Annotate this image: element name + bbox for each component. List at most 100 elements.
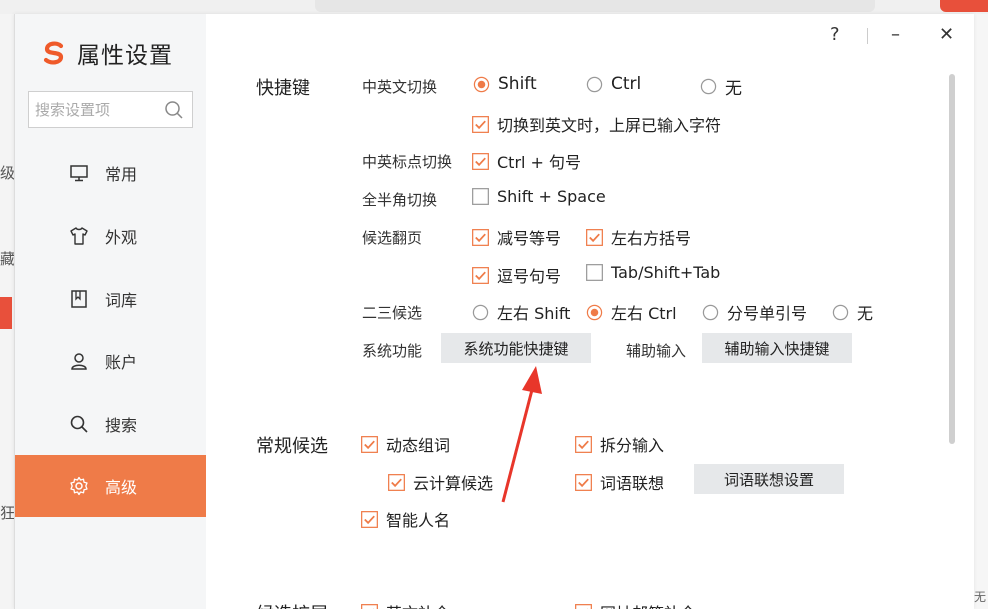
checkbox-label: Shift + Space [497,187,606,206]
checkbox-english-completion[interactable]: 英文补全 [361,600,450,609]
checkbox-checked-icon[interactable] [388,473,405,491]
checkbox-checked-icon[interactable] [575,435,592,453]
monitor-icon [70,165,88,182]
background-text: 狂 [0,504,16,522]
dictionary-icon [71,290,87,308]
radio-shift[interactable]: Shift [473,74,537,94]
checkbox-minus-equal[interactable]: 减号等号 [472,225,561,249]
checkbox-label: 减号等号 [497,229,562,248]
background-tabbar [0,0,988,14]
checkbox-label: 逗号句号 [497,267,562,286]
section-title-shortcuts: 快捷键 [256,78,310,99]
checkbox-label: 英文补全 [386,600,450,609]
checkbox-checked-icon[interactable] [361,603,378,609]
checkbox-cloud-candidates[interactable]: 云计算候选 [388,470,493,494]
system-shortcuts-button[interactable]: 系统功能快捷键 [441,333,591,363]
radio-unselected-icon[interactable] [702,304,719,321]
checkbox-checked-icon[interactable] [575,473,592,491]
sidebar-item-label: 外观 [105,228,138,247]
checkbox-label: 智能人名 [386,511,451,530]
checkbox-label: 左右方括号 [611,229,692,248]
checkbox-label: Ctrl + 句号 [497,153,582,172]
sidebar-item-advanced[interactable]: 高级 [15,455,206,517]
radio-unselected-icon[interactable] [586,76,603,93]
punct-switch-label: 中英标点切换 [362,153,453,171]
radio-label: Ctrl [611,74,642,94]
sidebar-item-appearance[interactable]: 外观 [15,205,206,267]
checkbox-ctrl-period[interactable]: Ctrl + 句号 [472,149,581,173]
content-scrollbar[interactable] [949,74,955,444]
checkbox-checked-icon[interactable] [472,152,489,170]
checkbox-email-completion[interactable]: 网址邮箱补全 [575,600,696,609]
width-switch-label: 全半角切换 [362,191,438,209]
section-title-extension: 候选扩展 [256,600,328,609]
background-red-button [940,0,988,12]
background-red-strip [0,297,12,329]
sogou-logo-icon [43,41,64,65]
gear-icon [70,476,88,496]
user-icon [71,353,87,370]
checkbox-label: Tab/Shift+Tab [611,263,721,282]
radio-left-right-ctrl[interactable]: 左右 Ctrl [586,300,677,324]
radio-selected-icon[interactable] [473,76,490,93]
checkbox-label: 切换到英文时，上屏已输入字符 [497,116,722,135]
checkbox-label: 动态组词 [386,436,451,455]
settings-search-input[interactable] [35,100,160,119]
system-function-label: 系统功能 [362,342,423,360]
checkbox-checked-icon[interactable] [472,228,489,246]
checkbox-checked-icon[interactable] [361,510,378,528]
radio-unselected-icon[interactable] [700,78,717,95]
radio-semicolon-quote[interactable]: 分号单引号 [702,300,807,324]
sidebar-item-general[interactable]: 常用 [15,142,206,204]
sidebar-item-label: 高级 [105,478,138,497]
section-title-candidates: 常规候选 [256,436,328,457]
checkbox-comma-period[interactable]: 逗号句号 [472,263,561,287]
checkbox-unchecked-icon[interactable] [472,188,489,205]
sidebar-item-search[interactable]: 搜索 [15,393,206,455]
checkbox-checked-icon[interactable] [575,603,592,609]
radio-label: Shift [498,74,537,94]
checkbox-label: 云计算候选 [413,474,494,493]
radio-label: 无 [857,304,874,323]
page-turn-label: 候选翻页 [362,229,423,247]
radio-label: 左右 Ctrl [611,304,677,323]
cn-en-switch-label: 中英文切换 [362,78,438,96]
background-right-strip [974,14,988,609]
radio-left-right-shift[interactable]: 左右 Shift [472,300,570,324]
checkbox-shift-space[interactable]: Shift + Space [472,187,606,206]
settings-search[interactable] [28,91,193,128]
word-association-settings-button[interactable]: 词语联想设置 [694,464,844,494]
checkbox-brackets[interactable]: 左右方括号 [586,225,691,249]
checkbox-split-input[interactable]: 拆分输入 [575,432,664,456]
radio-selected-icon[interactable] [586,304,603,321]
radio-unselected-icon[interactable] [472,304,489,321]
checkbox-unchecked-icon[interactable] [586,264,603,281]
checkbox-commit-on-switch[interactable]: 切换到英文时，上屏已输入字符 [472,112,721,136]
checkbox-smart-names[interactable]: 智能人名 [361,507,450,531]
sidebar-item-dictionary[interactable]: 词库 [15,268,206,330]
checkbox-tab[interactable]: Tab/Shift+Tab [586,263,720,282]
sidebar-item-label: 账户 [105,353,138,372]
checkbox-label: 拆分输入 [600,436,665,455]
radio-label: 分号单引号 [727,304,808,323]
radio-ctrl[interactable]: Ctrl [586,74,641,94]
checkbox-checked-icon[interactable] [361,435,378,453]
checkbox-word-association[interactable]: 词语联想 [575,470,664,494]
checkbox-checked-icon[interactable] [472,115,489,133]
assist-input-label: 辅助输入 [626,342,687,360]
radio-label: 无 [725,79,742,99]
radio-second-third-none[interactable]: 无 [832,300,873,324]
checkbox-dynamic-words[interactable]: 动态组词 [361,432,450,456]
radio-unselected-icon[interactable] [832,304,849,321]
checkbox-checked-icon[interactable] [472,266,489,284]
checkbox-label: 词语联想 [600,474,665,493]
second-third-label: 二三候选 [362,304,423,322]
sidebar-item-label: 词库 [105,291,138,310]
background-text: 无 [973,590,986,604]
search-icon[interactable] [164,100,184,120]
assist-shortcuts-button[interactable]: 辅助输入快捷键 [702,333,852,363]
sidebar-item-account[interactable]: 账户 [15,330,206,392]
radio-none[interactable]: 无 [700,74,742,99]
checkbox-label: 网址邮箱补全 [600,600,696,609]
checkbox-checked-icon[interactable] [586,228,603,246]
